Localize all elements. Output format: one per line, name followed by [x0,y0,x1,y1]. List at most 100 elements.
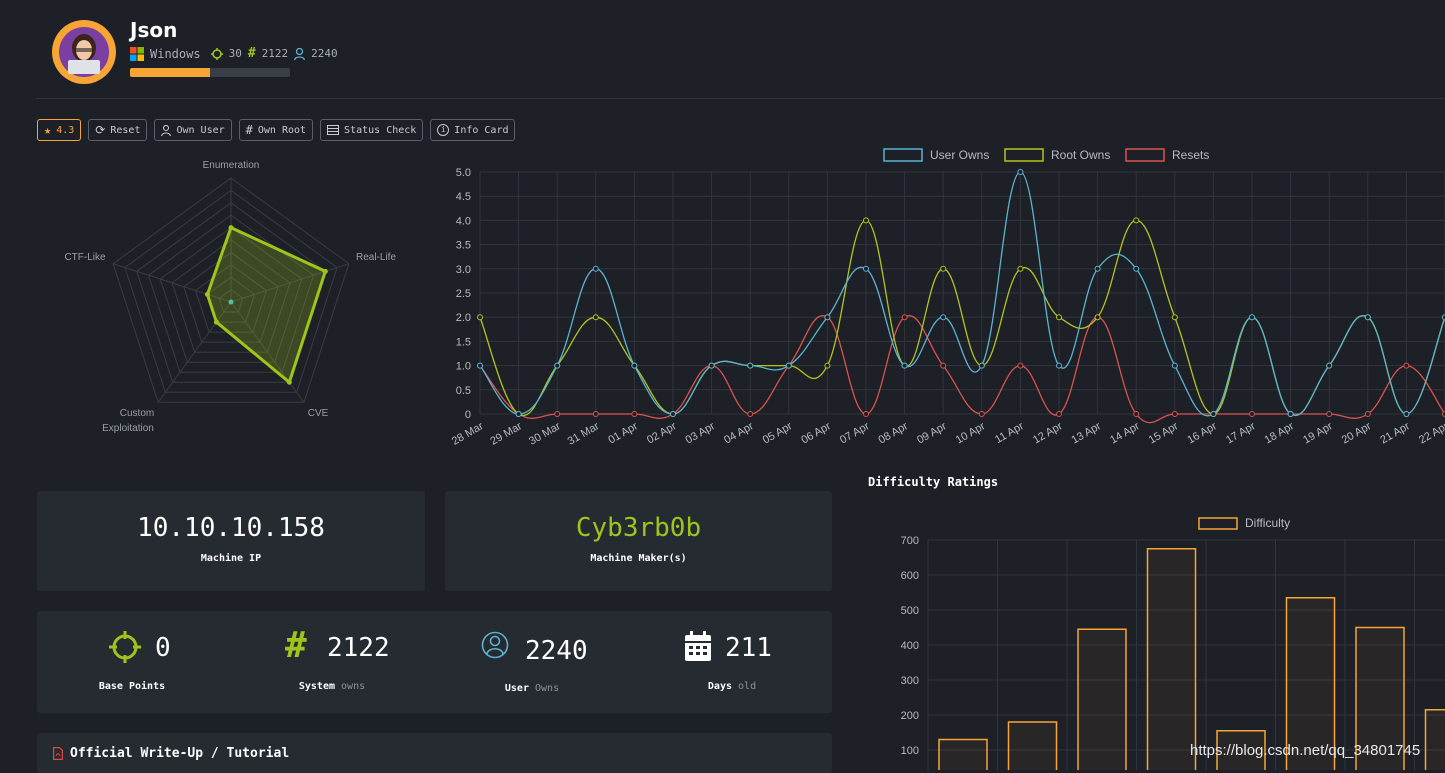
user-owns-stat: 2240 User Owns [437,611,627,711]
radar-axis-label: CTF-Like [64,252,106,263]
legend-label: Difficulty [1245,516,1290,530]
data-point [1018,170,1023,175]
machine-ip[interactable]: 10.10.10.158 [37,513,425,543]
own-root-button[interactable]: # Own Root [239,119,313,141]
x-tick-label: 19 Apr [1301,420,1335,446]
x-tick-label: 14 Apr [1108,420,1142,446]
x-tick-label: 30 Mar [527,420,563,448]
data-point [941,266,946,271]
refresh-icon: ⟳ [95,123,105,137]
data-point [1172,363,1177,368]
data-point [1327,363,1332,368]
pdf-icon [53,747,63,760]
data-point [825,363,830,368]
radar-point [205,292,210,297]
x-tick-label: 01 Apr [606,420,640,446]
points-value: 30 [229,47,242,60]
x-tick-label: 13 Apr [1070,420,1104,446]
data-point [864,412,869,417]
stats-card: 0 Base Points # 2122 System owns 2240 Us… [37,611,832,713]
owns-line-chart: 00.51.01.52.02.53.03.54.04.55.028 Mar29 … [440,144,1445,460]
own-root-label: Own Root [258,125,306,136]
x-tick-label: 22 Apr [1417,420,1445,446]
data-point [1095,315,1100,320]
data-point [1134,266,1139,271]
data-point [979,412,984,417]
data-point [902,363,907,368]
user-owns-label: User Owns [437,683,627,694]
writeup-title: Official Write-Up / Tutorial [70,746,289,761]
data-point [555,412,560,417]
difficulty-bar [1148,549,1196,770]
data-point [593,315,598,320]
difficulty-bar [1426,710,1445,770]
system-owns-value: 2122 [262,47,289,60]
user-icon [161,125,171,136]
data-point [1057,363,1062,368]
data-point [748,412,753,417]
difficulty-bar [1078,629,1126,770]
machine-maker[interactable]: Cyb3rb0b [445,513,832,543]
data-point [1172,315,1177,320]
y-tick-label: 300 [901,675,919,687]
data-point [864,218,869,223]
y-tick-label: 500 [901,605,919,617]
info-card-label: Info Card [454,125,508,136]
radar-center-dot [229,300,234,305]
legend-swatch [1126,149,1164,161]
base-points-label: Base Points [37,681,227,692]
reset-button[interactable]: ⟳ Reset [88,119,147,141]
radar-point [287,380,292,385]
y-tick-label: 2.5 [456,288,471,300]
radar-point [229,225,234,230]
data-point [632,363,637,368]
progress-fill [130,68,210,77]
data-point [593,412,598,417]
x-tick-label: 03 Apr [684,420,718,446]
x-tick-label: 08 Apr [877,420,911,446]
avatar [52,20,116,84]
y-tick-label: 3.5 [456,240,471,252]
y-tick-label: 1.5 [456,336,471,348]
status-check-button[interactable]: Status Check [320,119,423,141]
own-user-button[interactable]: Own User [154,119,231,141]
data-point [941,363,946,368]
info-card-button[interactable]: i Info Card [430,119,515,141]
x-tick-label: 04 Apr [722,420,756,446]
x-tick-label: 02 Apr [645,420,679,446]
system-owns-count: 2122 [327,633,390,663]
data-point [1404,363,1409,368]
user-owns-value: 2240 [311,47,338,60]
y-tick-label: 0.5 [456,385,471,397]
crosshair-icon [109,631,141,663]
y-tick-label: 3.0 [456,264,471,276]
legend-swatch [884,149,922,161]
radar-point [214,320,219,325]
base-points-stat: 0 Base Points [37,611,227,711]
system-owns-stat: # 2122 System owns [237,611,427,711]
x-tick-label: 28 Mar [450,420,486,448]
reset-label: Reset [110,125,140,136]
x-tick-label: 07 Apr [838,420,872,446]
data-point [1211,412,1216,417]
difficulty-bar [939,740,987,771]
machine-meta: Windows 30 # 2122 2240 [130,46,338,61]
data-point [632,412,637,417]
x-tick-label: 29 Mar [488,420,524,448]
writeup-card[interactable]: Official Write-Up / Tutorial [37,733,832,773]
own-user-label: Own User [176,125,224,136]
data-point [1250,412,1255,417]
rating-button[interactable]: ★ 4.3 [37,119,81,141]
y-tick-label: 0 [465,409,471,421]
y-tick-label: 4.5 [456,191,471,203]
base-points-value: 0 [155,633,171,663]
status-check-label: Status Check [344,125,416,136]
progress-bar [130,68,290,77]
legend-swatch [1005,149,1043,161]
x-tick-label: 11 Apr [993,420,1026,446]
data-point [825,315,830,320]
radar-axis-label: Exploitation [102,423,154,434]
user-owns-count: 2240 [525,636,588,666]
crosshair-icon [211,48,223,60]
y-tick-label: 700 [901,535,919,547]
